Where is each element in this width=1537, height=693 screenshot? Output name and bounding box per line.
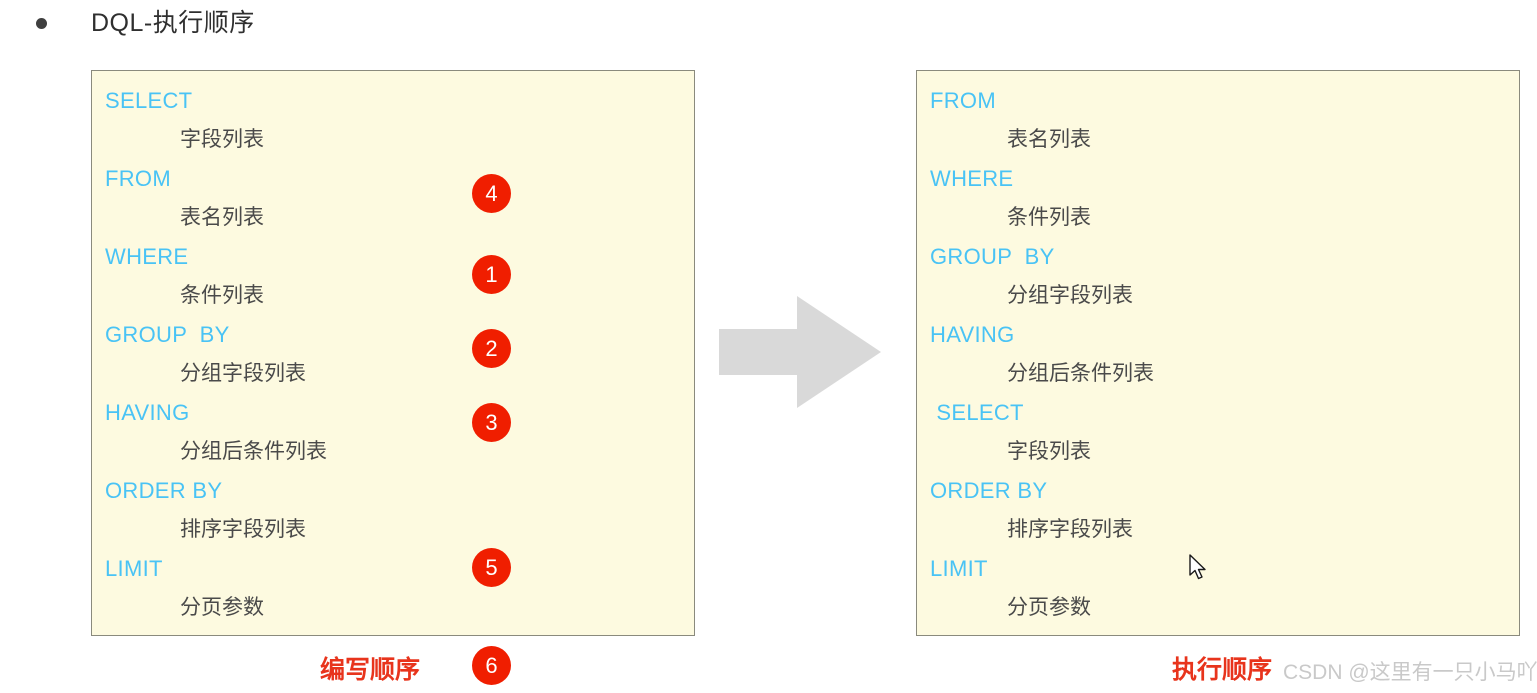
sql-value-row: 分组字段列表 bbox=[1007, 284, 1133, 307]
sql-keyword-row: WHERE bbox=[930, 165, 1014, 191]
order-badge-4: 4 bbox=[472, 174, 511, 213]
sql-value-row: 分组后条件列表 bbox=[180, 440, 327, 463]
execution-order-caption: 执行顺序 bbox=[1172, 656, 1273, 684]
bullet-dot-icon bbox=[36, 17, 47, 29]
sql-keyword-row: LIMIT bbox=[930, 555, 988, 581]
sql-value-row: 表名列表 bbox=[1007, 128, 1091, 151]
order-badge-1: 1 bbox=[472, 255, 511, 294]
sql-keyword-row: HAVING bbox=[105, 399, 190, 425]
sql-keyword-row: SELECT bbox=[105, 87, 193, 113]
sql-keyword-row: SELECT bbox=[930, 399, 1024, 425]
sql-keyword-row: ORDER BY bbox=[105, 477, 223, 503]
clause-list-execution-order: FROM 表名列表 WHERE 条件列表 GROUP BY 分组字段列表 HAVING 分组后… bbox=[917, 71, 1519, 635]
sql-value-row: 排序字段列表 bbox=[180, 518, 306, 541]
sql-value-row: 分页参数 bbox=[1007, 596, 1091, 619]
sql-value-row: 字段列表 bbox=[1007, 440, 1091, 463]
sql-keyword-row: GROUP BY bbox=[105, 321, 230, 347]
clause-list-writing-order: SELECT 字段列表 FROM 表名列表 WHERE 条件列表 GROUP BY 分组字段列… bbox=[92, 71, 694, 635]
execution-order-panel: FROM 表名列表 WHERE 条件列表 GROUP BY 分组字段列表 HAVING 分组后… bbox=[916, 70, 1520, 636]
sql-value-row: 排序字段列表 bbox=[1007, 518, 1133, 541]
order-badge-2: 2 bbox=[472, 329, 511, 368]
right-arrow-icon bbox=[719, 296, 881, 408]
order-badge-6: 6 bbox=[472, 646, 511, 685]
sql-value-row: 分组后条件列表 bbox=[1007, 362, 1154, 385]
sql-keyword-row: LIMIT bbox=[105, 555, 163, 581]
sql-keyword-row: WHERE bbox=[105, 243, 189, 269]
sql-keyword-row: FROM bbox=[105, 165, 171, 191]
sql-value-row: 表名列表 bbox=[180, 206, 264, 229]
watermark-text: CSDN @这里有一只小马吖 bbox=[1283, 661, 1537, 684]
writing-order-caption: 编写顺序 bbox=[320, 656, 421, 684]
sql-value-row: 分组字段列表 bbox=[180, 362, 306, 385]
sql-value-row: 条件列表 bbox=[1007, 206, 1091, 229]
page-title: DQL-执行顺序 bbox=[91, 8, 255, 37]
sql-keyword-row: ORDER BY bbox=[930, 477, 1048, 503]
writing-order-panel: SELECT 字段列表 FROM 表名列表 WHERE 条件列表 GROUP BY 分组字段列… bbox=[91, 70, 695, 685]
page-title-row: DQL-执行顺序 bbox=[0, 0, 1537, 46]
sql-value-row: 分页参数 bbox=[180, 596, 264, 619]
sql-value-row: 字段列表 bbox=[180, 128, 264, 151]
order-badge-3: 3 bbox=[472, 403, 511, 442]
sql-keyword-row: GROUP BY bbox=[930, 243, 1055, 269]
sql-keyword-row: HAVING bbox=[930, 321, 1015, 347]
mouse-cursor-icon bbox=[1189, 554, 1209, 582]
order-badge-5: 5 bbox=[472, 548, 511, 587]
sql-value-row: 条件列表 bbox=[180, 284, 264, 307]
sql-keyword-row: FROM bbox=[930, 87, 996, 113]
